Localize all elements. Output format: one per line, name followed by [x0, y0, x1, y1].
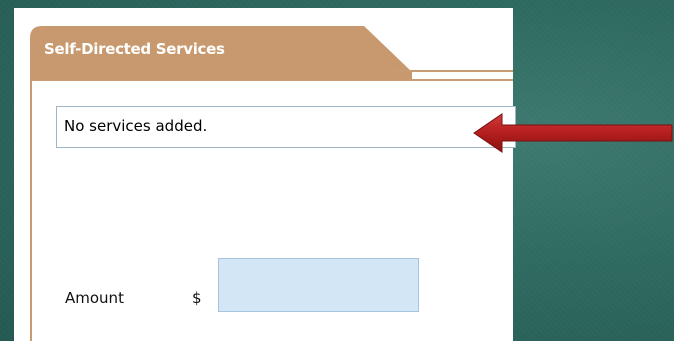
- amount-label: Amount: [65, 289, 124, 307]
- currency-symbol: $: [192, 289, 202, 307]
- services-list[interactable]: No services added.: [56, 106, 516, 148]
- red-arrow-icon: [473, 113, 673, 153]
- tab-divider: [394, 70, 513, 72]
- amount-input[interactable]: [218, 258, 419, 312]
- tab-title: Self-Directed Services: [44, 40, 225, 58]
- self-directed-services-tab[interactable]: Self-Directed Services: [30, 26, 412, 80]
- services-empty-message: No services added.: [64, 117, 208, 135]
